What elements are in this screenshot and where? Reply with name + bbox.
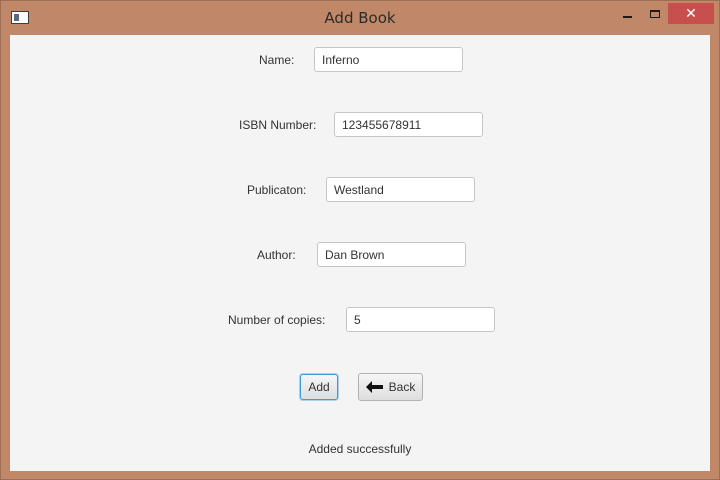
name-row: Name:	[10, 47, 710, 73]
author-row: Author:	[10, 242, 710, 268]
author-label: Author:	[257, 248, 296, 262]
back-button-label: Back	[388, 380, 416, 394]
close-button[interactable]: ✕	[668, 3, 714, 24]
name-label: Name:	[259, 53, 295, 67]
maximize-icon	[650, 10, 660, 18]
name-input[interactable]	[314, 47, 463, 72]
close-icon: ✕	[685, 5, 697, 22]
back-button[interactable]: Back	[358, 373, 423, 401]
author-input[interactable]	[317, 242, 466, 267]
publication-label: Publicaton:	[247, 183, 307, 197]
add-book-form: Name: ISBN Number: Publicaton: Author: N…	[10, 35, 710, 471]
app-window: Add Book ✕ Name: ISBN Number: Publicaton…	[0, 0, 720, 480]
arrow-left-icon	[365, 381, 383, 393]
add-button[interactable]: Add	[300, 374, 338, 400]
isbn-input[interactable]	[334, 112, 483, 137]
publication-row: Publicaton:	[10, 177, 710, 203]
copies-input[interactable]	[346, 307, 495, 332]
maximize-button[interactable]	[641, 3, 669, 25]
add-button-label: Add	[308, 380, 330, 394]
status-message: Added successfully	[308, 442, 412, 456]
copies-row: Number of copies:	[10, 307, 710, 333]
minimize-button[interactable]	[613, 3, 641, 25]
copies-label: Number of copies:	[228, 313, 326, 327]
title-bar[interactable]: Add Book ✕	[1, 1, 719, 35]
publication-input[interactable]	[326, 177, 475, 202]
window-title: Add Book	[324, 9, 396, 27]
isbn-row: ISBN Number:	[10, 112, 710, 138]
minimize-icon	[622, 16, 632, 18]
isbn-label: ISBN Number:	[239, 118, 317, 132]
